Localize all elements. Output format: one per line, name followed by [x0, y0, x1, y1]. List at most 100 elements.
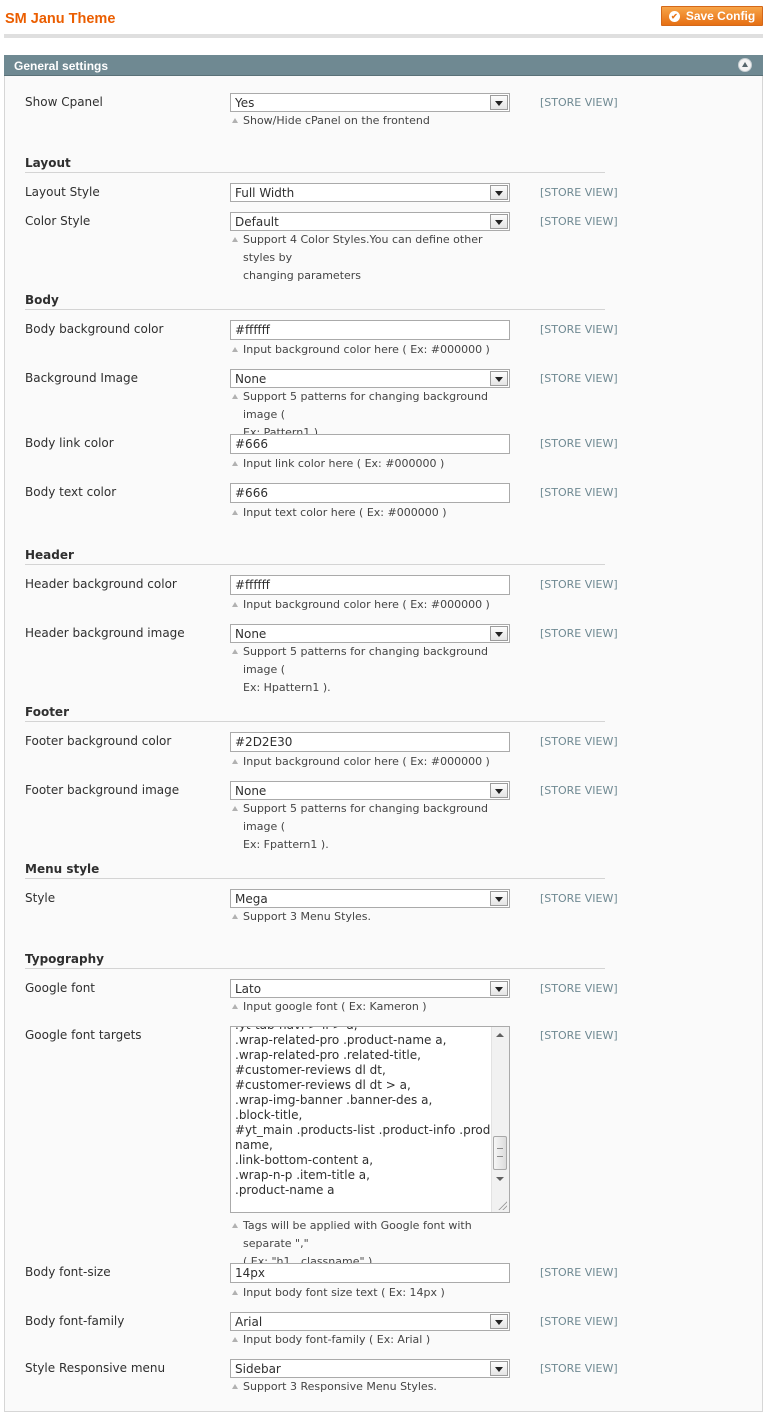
body-bg-color-label: Body background color	[25, 322, 164, 336]
menu-style-select[interactable]: Mega	[230, 889, 510, 908]
color-style-comment-line-1: Support 4 Color Styles.You can define ot…	[243, 233, 483, 264]
body-font-size-comment: Input body font size text ( Ex: 14px )	[231, 1284, 506, 1302]
store-view-scope: [STORE VIEW]	[540, 982, 618, 995]
footer-bg-color-label: Footer background color	[25, 734, 172, 748]
resize-grip-icon[interactable]	[497, 1200, 507, 1210]
body-link-color-input[interactable]: #666	[230, 434, 510, 454]
store-view-scope: [STORE VIEW]	[540, 372, 618, 385]
font-target-line: #customer-reviews dl dt,	[235, 1063, 386, 1077]
section-title: General settings	[14, 59, 109, 73]
footer-divider	[25, 721, 605, 722]
store-view-scope: [STORE VIEW]	[540, 627, 618, 640]
header-bg-image-comment-line-1: Support 5 patterns for changing backgrou…	[243, 645, 489, 676]
layout-heading: Layout	[25, 156, 71, 170]
layout-divider	[25, 172, 605, 173]
footer-bg-image-comment-line-2: Ex: Fpattern1 ).	[243, 838, 329, 851]
body-text-color-input[interactable]: #666	[230, 483, 510, 503]
show-cpanel-value: Yes	[235, 96, 255, 110]
google-font-targets-comment-line-1: Tags will be applied with Google font wi…	[243, 1219, 472, 1250]
google-font-targets-label: Google font targets	[25, 1028, 142, 1042]
header-heading: Header	[25, 548, 74, 562]
scroll-down-arrow-icon[interactable]	[492, 1171, 508, 1187]
body-bg-color-value: #ffffff	[235, 323, 270, 337]
body-font-size-label: Body font-size	[25, 1265, 111, 1279]
font-target-line: .wrap-n-p .item-title a,	[235, 1168, 370, 1182]
body-text-color-value: #666	[235, 486, 268, 500]
body-heading: Body	[25, 293, 59, 307]
background-image-value: None	[235, 372, 267, 386]
footer-bg-image-comment-line-1: Support 5 patterns for changing backgrou…	[243, 802, 489, 833]
body-link-color-value: #666	[235, 437, 268, 451]
body-link-color-label: Body link color	[25, 436, 114, 450]
dropdown-arrow-icon[interactable]	[490, 371, 508, 386]
body-text-color-label: Body text color	[25, 485, 117, 499]
header-bg-color-label: Header background color	[25, 577, 177, 591]
font-target-line: .block-title,	[235, 1108, 303, 1122]
layout-style-value: Full Width	[235, 186, 295, 200]
header-bg-color-input[interactable]: #ffffff	[230, 575, 510, 595]
google-font-targets-text: .yt-tab-navi > li > a,.wrap-related-pro …	[235, 1027, 509, 1198]
footer-bg-color-value: #2D2E30	[235, 735, 293, 749]
save-config-button[interactable]: ✔ Save Config	[661, 6, 763, 26]
header-bg-color-value: #ffffff	[235, 578, 270, 592]
body-bg-color-comment: Input background color here ( Ex: #00000…	[231, 341, 506, 359]
background-image-select[interactable]: None	[230, 369, 510, 388]
dropdown-arrow-icon[interactable]	[490, 95, 508, 110]
header-bg-image-select[interactable]: None	[230, 624, 510, 643]
footer-bg-color-input[interactable]: #2D2E30	[230, 732, 510, 752]
body-text-color-comment: Input text color here ( Ex: #000000 )	[231, 504, 506, 522]
store-view-scope: [STORE VIEW]	[540, 96, 618, 109]
google-font-value: Lato	[235, 982, 262, 996]
store-view-scope: [STORE VIEW]	[540, 215, 618, 228]
font-target-line: .wrap-related-pro .related-title,	[235, 1048, 421, 1062]
title-divider	[4, 34, 763, 38]
google-font-targets-textarea[interactable]: .yt-tab-navi > li > a,.wrap-related-pro …	[230, 1026, 510, 1213]
checkmark-icon: ✔	[668, 10, 680, 22]
section-header-general-settings[interactable]: General settings	[4, 55, 763, 76]
store-view-scope: [STORE VIEW]	[540, 892, 618, 905]
footer-bg-image-comment: Support 5 patterns for changing backgrou…	[231, 800, 506, 854]
footer-bg-image-label: Footer background image	[25, 783, 180, 797]
font-target-line: .wrap-img-banner .banner-des a,	[235, 1093, 433, 1107]
dropdown-arrow-icon[interactable]	[490, 626, 508, 641]
color-style-select[interactable]: Default	[230, 212, 510, 231]
footer-bg-image-value: None	[235, 784, 267, 798]
scroll-thumb[interactable]	[493, 1136, 507, 1170]
header-bg-image-comment: Support 5 patterns for changing backgrou…	[231, 643, 506, 697]
menu-style-heading: Menu style	[25, 862, 100, 876]
dropdown-arrow-icon[interactable]	[490, 891, 508, 906]
header-divider	[25, 564, 605, 565]
store-view-scope: [STORE VIEW]	[540, 1029, 618, 1042]
font-target-line: name,	[235, 1138, 273, 1152]
responsive-menu-comment: Support 3 Responsive Menu Styles.	[231, 1378, 506, 1396]
body-font-size-input[interactable]: 14px	[230, 1263, 510, 1283]
dropdown-arrow-icon[interactable]	[490, 981, 508, 996]
store-view-scope: [STORE VIEW]	[540, 784, 618, 797]
color-style-comment-line-2: changing parameters	[243, 269, 362, 282]
google-font-comment: Input google font ( Ex: Kameron )	[231, 998, 506, 1016]
header-bg-color-comment: Input background color here ( Ex: #00000…	[231, 596, 506, 614]
footer-bg-color-comment: Input background color here ( Ex: #00000…	[231, 753, 506, 771]
menu-style-label: Style	[25, 891, 56, 905]
show-cpanel-comment: Show/Hide cPanel on the frontend	[231, 112, 506, 130]
dropdown-arrow-icon[interactable]	[490, 783, 508, 798]
footer-bg-image-select[interactable]: None	[230, 781, 510, 800]
responsive-menu-select[interactable]: Sidebar	[230, 1359, 510, 1378]
layout-style-select[interactable]: Full Width	[230, 183, 510, 202]
body-bg-color-input[interactable]: #ffffff	[230, 320, 510, 340]
body-font-family-select[interactable]: Arial	[230, 1312, 510, 1331]
textarea-scrollbar[interactable]	[491, 1027, 509, 1212]
store-view-scope: [STORE VIEW]	[540, 486, 618, 499]
dropdown-arrow-icon[interactable]	[490, 214, 508, 229]
scroll-up-arrow-icon[interactable]	[492, 1027, 508, 1043]
body-link-color-comment: Input link color here ( Ex: #000000 )	[231, 455, 506, 473]
dropdown-arrow-icon[interactable]	[490, 1361, 508, 1376]
show-cpanel-select[interactable]: Yes	[230, 93, 510, 112]
body-font-family-comment: Input body font-family ( Ex: Arial )	[231, 1331, 506, 1349]
google-font-select[interactable]: Lato	[230, 979, 510, 998]
page-title: SM Janu Theme	[5, 11, 116, 27]
dropdown-arrow-icon[interactable]	[490, 185, 508, 200]
collapse-icon[interactable]	[738, 58, 752, 72]
dropdown-arrow-icon[interactable]	[490, 1314, 508, 1329]
header-bg-image-comment-line-2: Ex: Hpattern1 ).	[243, 681, 331, 694]
